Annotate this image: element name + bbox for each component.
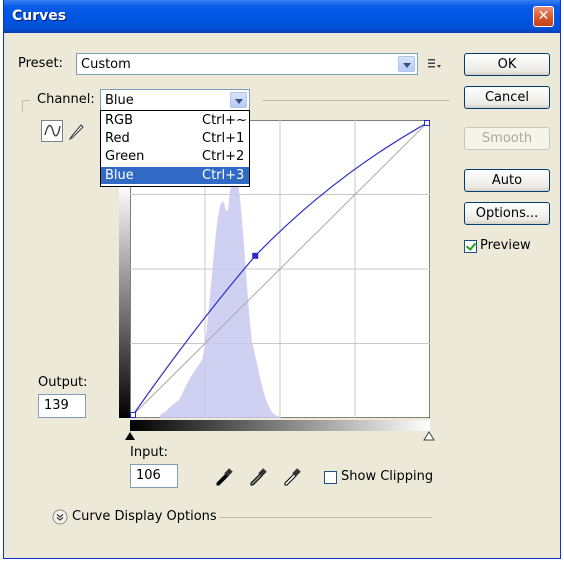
curve-tool-button[interactable]	[41, 120, 63, 142]
channel-value: Blue	[105, 93, 134, 108]
auto-button[interactable]: Auto	[464, 169, 550, 192]
curves-dialog: Curves ✕ Preset: Custom Channel: Blue RG…	[3, 0, 561, 559]
eyedropper-white-icon[interactable]	[282, 466, 302, 486]
preset-label: Preset:	[18, 56, 63, 71]
auto-label: Auto	[491, 173, 523, 188]
close-icon: ✕	[537, 8, 550, 24]
options-label: Options...	[475, 206, 539, 221]
black-point-slider[interactable]	[124, 431, 136, 441]
input-label: Input:	[130, 445, 169, 460]
preview-label: Preview	[480, 238, 531, 253]
curve-tool-icon	[44, 124, 61, 137]
group-border-left	[22, 100, 23, 112]
channel-dropdown: RGB Ctrl+~ Red Ctrl+1 Green Ctrl+2 Blue …	[100, 110, 250, 187]
show-clipping-checkbox[interactable]	[324, 471, 337, 484]
chevron-down-icon	[230, 92, 247, 108]
channel-option-green[interactable]: Green Ctrl+2	[101, 148, 249, 165]
cancel-button[interactable]: Cancel	[464, 86, 550, 109]
channel-option-rgb[interactable]: RGB Ctrl+~	[101, 112, 249, 129]
pencil-tool-button[interactable]	[66, 120, 88, 142]
curve-control-point	[252, 252, 259, 259]
group-border-top-right	[262, 100, 450, 101]
channel-option-name: Red	[105, 131, 130, 146]
input-field[interactable]: 106	[130, 464, 178, 488]
close-button[interactable]: ✕	[533, 6, 554, 27]
window-title: Curves	[12, 8, 67, 24]
channel-label: Channel:	[37, 92, 95, 107]
output-label: Output:	[38, 375, 88, 390]
group-border-top-left	[22, 100, 30, 101]
channel-option-shortcut: Ctrl+2	[202, 149, 245, 164]
options-button[interactable]: Options...	[464, 202, 550, 225]
title-bar[interactable]: Curves ✕	[4, 0, 560, 33]
pencil-tool-icon	[68, 124, 84, 141]
preset-value: Custom	[81, 57, 131, 72]
channel-select[interactable]: Blue	[100, 89, 250, 111]
channel-option-shortcut: Ctrl+3	[202, 168, 245, 183]
channel-option-red[interactable]: Red Ctrl+1	[101, 130, 249, 147]
preset-select[interactable]: Custom	[76, 53, 418, 75]
show-clipping-label: Show Clipping	[341, 469, 434, 484]
channel-option-name: Green	[105, 149, 145, 164]
ok-button[interactable]: OK	[464, 53, 550, 76]
curve-display-divider	[219, 517, 432, 518]
cancel-label: Cancel	[484, 90, 530, 105]
white-point-slider[interactable]	[423, 431, 435, 441]
curve-endpoint-black	[130, 412, 136, 418]
preset-menu-icon[interactable]	[428, 58, 442, 70]
preview-checkbox[interactable]	[464, 240, 477, 253]
curve-endpoint-white	[424, 120, 430, 126]
curve-display-options-label: Curve Display Options	[72, 509, 217, 524]
channel-option-blue[interactable]: Blue Ctrl+3	[101, 167, 249, 184]
output-field[interactable]: 139	[38, 394, 86, 418]
chevron-down-icon	[398, 56, 415, 72]
channel-option-name: Blue	[105, 168, 134, 183]
smooth-button[interactable]: Smooth	[464, 127, 550, 150]
chevron-down-circle-icon[interactable]	[52, 509, 68, 525]
input-gradient-bar	[130, 420, 430, 431]
channel-option-shortcut: Ctrl+1	[202, 131, 245, 146]
channel-option-shortcut: Ctrl+~	[202, 113, 247, 128]
output-gradient-bar	[119, 185, 130, 418]
eyedropper-black-icon[interactable]	[214, 466, 234, 486]
eyedropper-gray-icon[interactable]	[248, 466, 268, 486]
ok-label: OK	[497, 57, 517, 72]
channel-option-name: RGB	[105, 113, 134, 128]
smooth-label: Smooth	[481, 131, 533, 146]
